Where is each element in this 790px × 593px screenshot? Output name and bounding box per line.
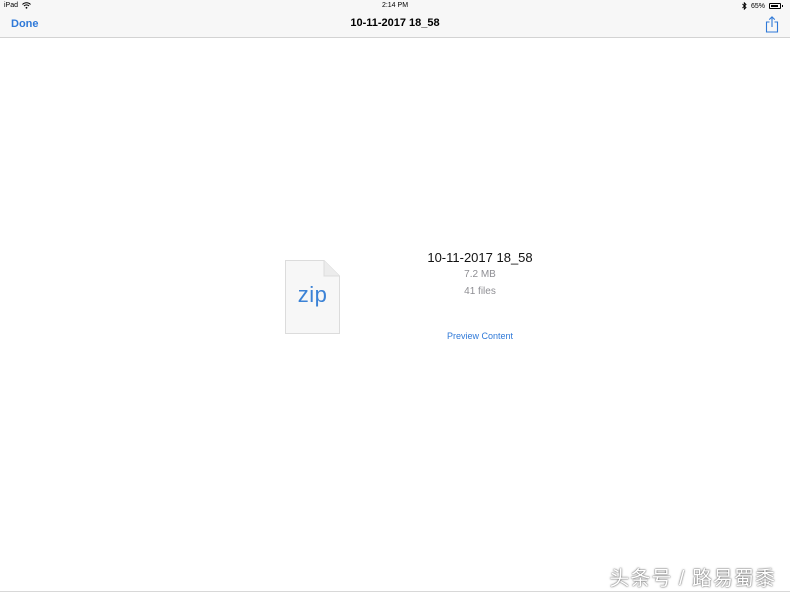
bluetooth-icon xyxy=(742,2,747,10)
file-count: 41 files xyxy=(464,286,496,297)
done-button[interactable]: Done xyxy=(11,18,39,30)
share-icon xyxy=(765,16,779,33)
file-name: 10-11-2017 18_58 xyxy=(427,250,533,265)
battery-percent: 65% xyxy=(750,2,765,10)
status-time: 2:14 PM xyxy=(381,2,409,9)
preview-content-link[interactable]: Preview Content xyxy=(405,331,555,341)
watermark: 头条号 / 路易蜀黍 xyxy=(609,568,776,590)
status-right: 65% xyxy=(742,2,783,10)
status-bar: iPad 2:14 PM 65% xyxy=(0,0,790,12)
battery-cap xyxy=(781,5,783,7)
quick-look-screen: iPad 2:14 PM 65% Done 10-11-2017 18_58 z… xyxy=(0,0,790,593)
nav-title: 10-11-2017 18_58 xyxy=(350,17,440,29)
share-button[interactable] xyxy=(765,16,779,33)
file-size: 7.2 MB xyxy=(464,269,496,280)
navigation-bar: Done 10-11-2017 18_58 xyxy=(0,12,790,38)
file-extension-label: zip xyxy=(297,282,328,307)
battery-fill xyxy=(771,5,778,7)
battery-icon xyxy=(769,3,783,9)
bottom-divider xyxy=(0,591,790,592)
zip-file-icon: zip xyxy=(284,259,341,335)
